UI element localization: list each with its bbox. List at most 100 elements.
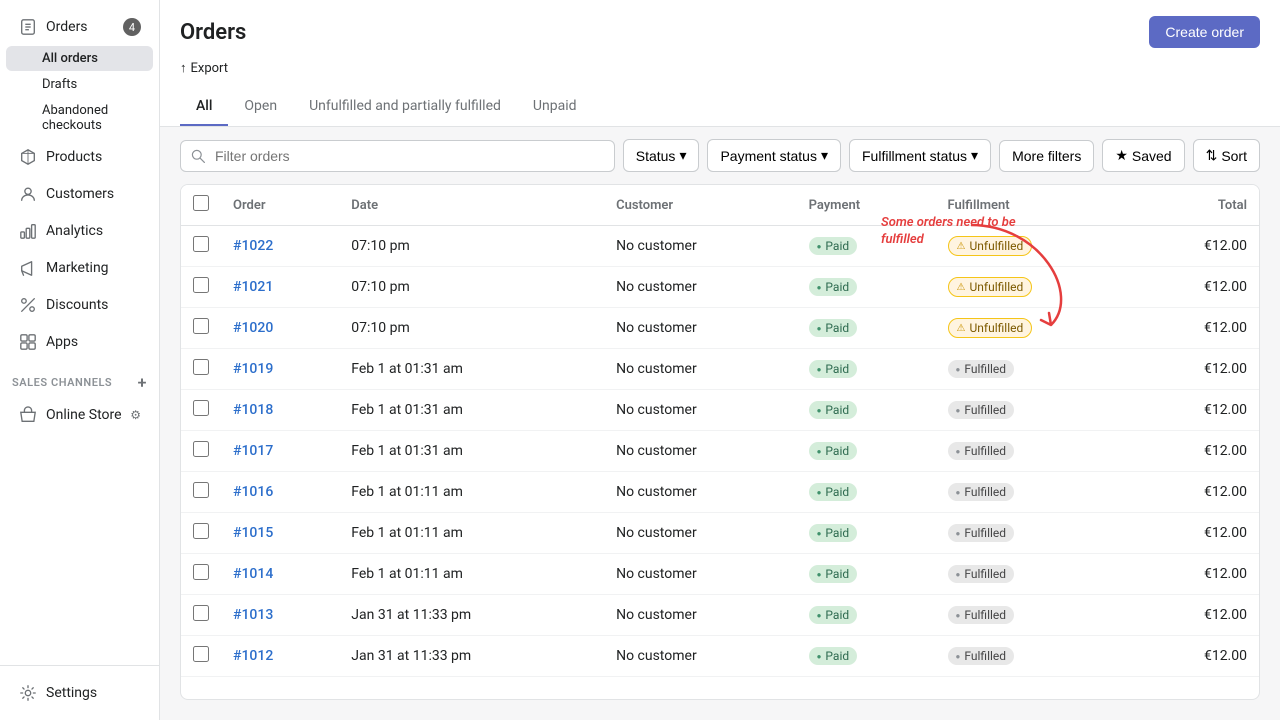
sort-label: Sort bbox=[1221, 148, 1247, 164]
order-fulfillment-cell: Unfulfilled bbox=[936, 308, 1136, 349]
tab-unfulfilled[interactable]: Unfulfilled and partially fulfilled bbox=[293, 88, 517, 126]
order-fulfillment-cell: Unfulfilled bbox=[936, 267, 1136, 308]
order-link[interactable]: #1012 bbox=[233, 648, 273, 664]
status-filter-button[interactable]: Status ▾ bbox=[623, 139, 700, 172]
sidebar-item-orders[interactable]: Orders 4 bbox=[6, 9, 153, 45]
order-payment-cell: Paid bbox=[797, 595, 936, 636]
add-sales-channel-button[interactable]: + bbox=[138, 373, 147, 392]
table-row: #1013 Jan 31 at 11:33 pm No customer Pai… bbox=[181, 595, 1259, 636]
sidebar-item-all-orders[interactable]: All orders bbox=[6, 46, 153, 71]
order-link[interactable]: #1013 bbox=[233, 607, 273, 623]
sidebar-item-drafts[interactable]: Drafts bbox=[6, 72, 153, 97]
order-total-cell: €12.00 bbox=[1136, 513, 1259, 554]
payment-badge: Paid bbox=[809, 647, 858, 665]
sidebar-item-analytics[interactable]: Analytics bbox=[6, 213, 153, 249]
tabs-bar: All Open Unfulfilled and partially fulfi… bbox=[180, 88, 1260, 126]
order-total-cell: €12.00 bbox=[1136, 431, 1259, 472]
row-checkbox[interactable] bbox=[193, 277, 209, 293]
discounts-label: Discounts bbox=[46, 297, 108, 313]
orders-icon bbox=[18, 17, 38, 37]
order-total-cell: €12.00 bbox=[1136, 390, 1259, 431]
fulfillment-badge: Fulfilled bbox=[948, 360, 1015, 378]
col-total: Total bbox=[1136, 185, 1259, 226]
row-checkbox[interactable] bbox=[193, 359, 209, 375]
order-customer-cell: No customer bbox=[604, 636, 796, 677]
sidebar-item-marketing[interactable]: Marketing bbox=[6, 250, 153, 286]
order-fulfillment-cell: Fulfilled bbox=[936, 554, 1136, 595]
export-label: Export bbox=[191, 61, 229, 76]
tab-all[interactable]: All bbox=[180, 88, 228, 126]
table-row: #1022 07:10 pm No customer Paid Unfulfil… bbox=[181, 226, 1259, 267]
select-all-checkbox[interactable] bbox=[193, 195, 209, 211]
col-date: Date bbox=[339, 185, 604, 226]
apps-label: Apps bbox=[46, 334, 78, 350]
order-link[interactable]: #1020 bbox=[233, 320, 273, 336]
search-input-wrap bbox=[180, 140, 615, 172]
tab-unpaid[interactable]: Unpaid bbox=[517, 88, 593, 126]
row-checkbox[interactable] bbox=[193, 441, 209, 457]
export-icon: ↑ bbox=[180, 60, 187, 76]
sidebar-item-products[interactable]: Products bbox=[6, 139, 153, 175]
online-store-settings-icon[interactable]: ⚙ bbox=[130, 408, 141, 422]
sidebar-item-discounts[interactable]: Discounts bbox=[6, 287, 153, 323]
row-checkbox[interactable] bbox=[193, 482, 209, 498]
payment-status-label: Payment status bbox=[720, 148, 817, 164]
search-input[interactable] bbox=[180, 140, 615, 172]
row-checkbox[interactable] bbox=[193, 236, 209, 252]
col-customer: Customer bbox=[604, 185, 796, 226]
order-fulfillment-cell: Fulfilled bbox=[936, 472, 1136, 513]
page-title: Orders bbox=[180, 20, 246, 45]
table-row: #1019 Feb 1 at 01:31 am No customer Paid… bbox=[181, 349, 1259, 390]
order-customer-cell: No customer bbox=[604, 267, 796, 308]
order-link[interactable]: #1017 bbox=[233, 443, 273, 459]
order-total-cell: €12.00 bbox=[1136, 349, 1259, 390]
settings-icon bbox=[18, 683, 38, 703]
order-number-cell: #1019 bbox=[221, 349, 339, 390]
sidebar-item-apps[interactable]: Apps bbox=[6, 324, 153, 360]
orders-badge: 4 bbox=[123, 18, 141, 36]
order-link[interactable]: #1016 bbox=[233, 484, 273, 500]
online-store-label: Online Store bbox=[46, 407, 122, 423]
order-number-cell: #1022 bbox=[221, 226, 339, 267]
row-checkbox[interactable] bbox=[193, 318, 209, 334]
order-link[interactable]: #1021 bbox=[233, 279, 273, 295]
order-payment-cell: Paid bbox=[797, 267, 936, 308]
online-store-icon bbox=[18, 405, 38, 425]
sidebar-item-online-store[interactable]: Online Store ⚙ bbox=[6, 397, 153, 433]
order-payment-cell: Paid bbox=[797, 349, 936, 390]
row-checkbox[interactable] bbox=[193, 646, 209, 662]
order-link[interactable]: #1018 bbox=[233, 402, 273, 418]
row-checkbox[interactable] bbox=[193, 523, 209, 539]
payment-status-filter-button[interactable]: Payment status ▾ bbox=[707, 139, 841, 172]
order-date-cell: Jan 31 at 11:33 pm bbox=[339, 595, 604, 636]
order-customer-cell: No customer bbox=[604, 595, 796, 636]
sidebar-item-abandoned[interactable]: Abandoned checkouts bbox=[6, 98, 153, 138]
order-link[interactable]: #1019 bbox=[233, 361, 273, 377]
sales-channels-label: SALES CHANNELS bbox=[12, 376, 112, 389]
sales-channels-section: SALES CHANNELS + bbox=[0, 361, 159, 396]
saved-button[interactable]: ★ Saved bbox=[1102, 139, 1184, 172]
fulfillment-badge: Fulfilled bbox=[948, 606, 1015, 624]
order-link[interactable]: #1014 bbox=[233, 566, 273, 582]
create-order-button[interactable]: Create order bbox=[1149, 16, 1260, 48]
order-link[interactable]: #1015 bbox=[233, 525, 273, 541]
row-checkbox[interactable] bbox=[193, 605, 209, 621]
marketing-label: Marketing bbox=[46, 260, 109, 276]
marketing-icon bbox=[18, 258, 38, 278]
tab-open[interactable]: Open bbox=[228, 88, 293, 126]
payment-badge: Paid bbox=[809, 319, 858, 337]
export-link[interactable]: ↑ Export bbox=[180, 60, 1260, 76]
fulfillment-status-filter-button[interactable]: Fulfillment status ▾ bbox=[849, 139, 991, 172]
row-checkbox[interactable] bbox=[193, 400, 209, 416]
row-checkbox[interactable] bbox=[193, 564, 209, 580]
payment-badge: Paid bbox=[809, 278, 858, 296]
order-date-cell: 07:10 pm bbox=[339, 308, 604, 349]
sidebar-item-customers[interactable]: Customers bbox=[6, 176, 153, 212]
order-payment-cell: Paid bbox=[797, 554, 936, 595]
products-icon bbox=[18, 147, 38, 167]
sidebar-item-settings[interactable]: Settings bbox=[6, 675, 153, 711]
fulfillment-badge: Unfulfilled bbox=[948, 236, 1033, 256]
more-filters-button[interactable]: More filters bbox=[999, 140, 1094, 172]
sort-button[interactable]: ⇅ Sort bbox=[1193, 139, 1260, 172]
order-link[interactable]: #1022 bbox=[233, 238, 273, 254]
